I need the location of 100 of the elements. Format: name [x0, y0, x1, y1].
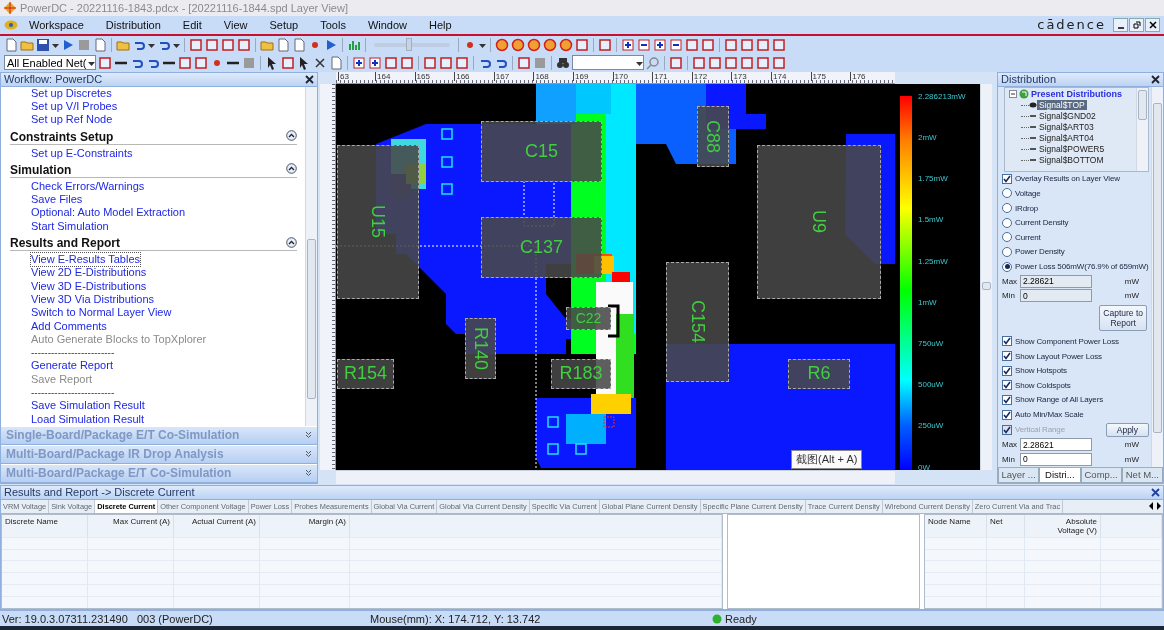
frame-icon[interactable]: [98, 55, 112, 70]
workflow-link[interactable]: Set up Ref Node: [31, 113, 113, 127]
value-field[interactable]: 2.28621: [1020, 438, 1092, 452]
workflow-link[interactable]: Start Simulation: [31, 219, 109, 234]
checkbox[interactable]: [1002, 380, 1012, 391]
checkbox[interactable]: [1002, 365, 1012, 376]
frame-icon[interactable]: [205, 37, 219, 52]
frame-icon[interactable]: [756, 37, 770, 52]
menu-item[interactable]: Edit: [171, 18, 213, 31]
frame-icon[interactable]: [423, 55, 437, 70]
menu-item[interactable]: Distribution: [94, 18, 172, 31]
radio-button[interactable]: [1002, 261, 1012, 272]
circle-icon[interactable]: [511, 37, 525, 52]
column-header[interactable]: Max Current (A): [88, 514, 174, 537]
radio-button[interactable]: [1002, 203, 1012, 214]
tree-item[interactable]: Signal$BOTTOM: [1037, 155, 1106, 166]
checkbox[interactable]: [1002, 173, 1012, 184]
plus-icon[interactable]: [352, 55, 366, 70]
frame-icon[interactable]: [384, 55, 398, 70]
scroll-thumb[interactable]: [1153, 102, 1162, 433]
component-footprint[interactable]: C15: [481, 120, 602, 182]
right-arrow-icon[interactable]: [1155, 500, 1163, 513]
collapse-icon[interactable]: [286, 236, 297, 248]
radio-button[interactable]: [1002, 232, 1012, 243]
board-canvas[interactable]: U15 C15 C137 C88 U9 C154 R140 C22 R154 R183 R6 截图(Alt + A): [336, 83, 895, 470]
frame-icon[interactable]: [772, 37, 786, 52]
tree-root-label[interactable]: Present Distributions: [1031, 88, 1122, 99]
plus-icon[interactable]: [653, 37, 667, 52]
close-icon[interactable]: [305, 74, 314, 84]
tree-item[interactable]: Signal$TOP: [1037, 100, 1087, 111]
frame-icon[interactable]: [740, 37, 754, 52]
workflow-link[interactable]: Add Comments: [31, 319, 107, 333]
frame-icon[interactable]: [772, 55, 786, 70]
tree-item[interactable]: Signal$ART04: [1037, 133, 1096, 144]
workflow-link[interactable]: Set up V/I Probes: [31, 100, 118, 114]
apply-button[interactable]: Apply: [1105, 422, 1149, 437]
workflow-link[interactable]: Load Simulation Result: [31, 412, 145, 426]
column-header[interactable]: Margin (A): [260, 514, 350, 537]
frame-icon[interactable]: [221, 37, 235, 52]
column-header[interactable]: Actual Current (A): [174, 514, 260, 537]
workflow-link[interactable]: Set up E-Constraints: [31, 146, 133, 160]
capture-button[interactable]: Capture to Report: [1099, 305, 1147, 332]
binoculars-icon[interactable]: [556, 55, 570, 70]
workflow-link[interactable]: Generate Report: [31, 359, 113, 373]
menu-item[interactable]: Tools: [309, 18, 357, 31]
menu-item[interactable]: Setup: [258, 18, 310, 31]
pane-tab[interactable]: Layer ...: [998, 467, 1040, 483]
menu-item[interactable]: View: [212, 18, 259, 31]
component-footprint[interactable]: R183: [551, 358, 611, 389]
frame-icon[interactable]: [439, 55, 453, 70]
workflow-link[interactable]: View 2D E-Distributions: [31, 266, 147, 280]
frame-icon[interactable]: [740, 55, 754, 70]
frame-icon[interactable]: [575, 37, 589, 52]
column-header[interactable]: Discrete Name: [2, 514, 88, 537]
workflow-link[interactable]: View 3D E-Distributions: [31, 279, 147, 293]
expand-icon[interactable]: [305, 431, 312, 440]
collapse-icon[interactable]: [286, 130, 297, 142]
frame-icon[interactable]: [194, 55, 208, 70]
frame-icon[interactable]: [517, 55, 531, 70]
menu-item[interactable]: Workspace: [18, 18, 95, 31]
expand-icon[interactable]: [305, 469, 312, 478]
component-footprint[interactable]: C22: [566, 306, 611, 330]
checkbox[interactable]: [1002, 394, 1012, 405]
workflow-link[interactable]: Switch to Normal Layer View: [31, 306, 172, 320]
collapse-icon[interactable]: [286, 163, 297, 175]
workflow-link[interactable]: View E-Results Tables: [31, 253, 141, 267]
workflow-link[interactable]: Optional: Auto Model Extraction: [31, 206, 186, 220]
frame-icon[interactable]: [598, 37, 612, 52]
checkbox[interactable]: [1002, 336, 1012, 347]
page-icon[interactable]: [4, 37, 18, 52]
component-footprint[interactable]: R154: [337, 358, 394, 389]
workflow-link[interactable]: Set up Discretes: [31, 86, 112, 100]
checkbox[interactable]: [1002, 351, 1012, 362]
workflow-link[interactable]: View 3D Via Distributions: [31, 292, 155, 307]
pane-tab[interactable]: Distri...: [1039, 467, 1081, 483]
component-footprint[interactable]: R6: [788, 358, 850, 389]
tree-item[interactable]: Signal$POWER5: [1037, 144, 1107, 155]
workflow-link[interactable]: Save Simulation Result: [31, 399, 145, 413]
minus-icon[interactable]: [637, 37, 651, 52]
scroll-thumb[interactable]: [982, 281, 991, 290]
value-field[interactable]: 0: [1020, 289, 1092, 303]
frame-icon[interactable]: [724, 37, 738, 52]
frame-icon[interactable]: [701, 37, 715, 52]
vertical-scrollbar[interactable]: [305, 86, 317, 426]
radio-button[interactable]: [1002, 188, 1012, 199]
pane-tab[interactable]: Comp...: [1080, 467, 1122, 483]
minimize-button[interactable]: [1113, 17, 1128, 32]
frame-icon[interactable]: [237, 37, 251, 52]
frame-icon[interactable]: [708, 55, 722, 70]
component-footprint[interactable]: C154: [666, 261, 729, 382]
play-icon[interactable]: [324, 37, 338, 52]
expand-icon[interactable]: [305, 450, 312, 459]
column-header[interactable]: Absolute Voltage (V): [1025, 514, 1101, 537]
scroll-thumb[interactable]: [1138, 89, 1147, 120]
circle-icon[interactable]: [559, 37, 573, 52]
menu-item[interactable]: Help: [418, 18, 463, 31]
workflow-link[interactable]: Save Files: [31, 193, 83, 207]
radio-button[interactable]: [1002, 217, 1012, 228]
cross-icon[interactable]: [313, 55, 327, 70]
save-icon[interactable]: [36, 37, 50, 52]
